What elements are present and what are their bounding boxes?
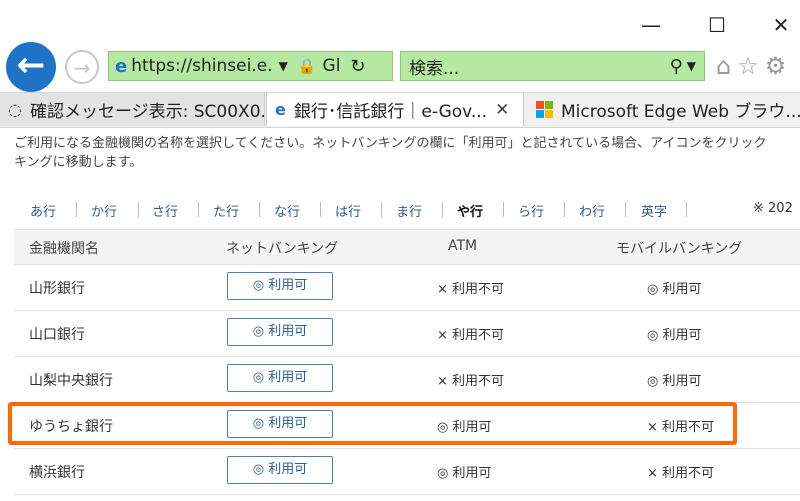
- net-banking-button[interactable]: ◎ 利用可: [227, 272, 333, 300]
- mobile-status: ◎ 利用可: [647, 374, 702, 389]
- net-banking-button[interactable]: ◎ 利用可: [227, 456, 333, 484]
- date-note: ※ 202: [753, 201, 793, 216]
- kana-tab-na[interactable]: な行: [274, 201, 300, 220]
- kana-tab-sa[interactable]: さ行: [152, 201, 178, 220]
- certificate-label[interactable]: Gl: [323, 56, 341, 76]
- chevron-down-icon[interactable]: ▼: [279, 59, 288, 73]
- kana-tab-ya[interactable]: や行: [457, 201, 483, 220]
- table-row: 山梨中央銀行 ◎ 利用可 × 利用不可 ◎ 利用可: [14, 356, 800, 403]
- mobile-status: × 利用不可: [647, 466, 715, 481]
- refresh-icon[interactable]: ↻: [350, 56, 365, 77]
- table-row: 山形銀行 ◎ 利用可 × 利用不可 ◎ 利用可: [14, 264, 800, 311]
- kana-tab-ta[interactable]: た行: [213, 201, 239, 220]
- tab-bar: ◌ 確認メッセージ表示: SC00X0... e 銀行･信託銀行｜e-Gov..…: [0, 92, 800, 128]
- kana-filter: あ行 か行 さ行 た行 な行 は行 ま行 や行 ら行 わ行 英字 ※ 202: [0, 201, 800, 220]
- navigation-bar: ← → e https://shinsei.e. ▼ 🔒 Gl ↻ 検索... …: [0, 40, 800, 92]
- close-window-button[interactable]: ✕: [766, 10, 796, 40]
- search-box[interactable]: 検索... ⚲ ▼: [400, 51, 705, 81]
- bank-name[interactable]: 山梨中央銀行: [29, 370, 113, 390]
- tab-label: Microsoft Edge Web ブラウ...: [561, 102, 800, 122]
- atm-status: × 利用不可: [437, 374, 505, 389]
- tab-egov[interactable]: e 銀行･信託銀行｜e-Gov... ✕: [266, 93, 524, 126]
- table-row: 山口銀行 ◎ 利用可 × 利用不可 ◎ 利用可: [14, 310, 800, 357]
- header-mobile: モバイルバンキング: [616, 241, 743, 257]
- atm-status: × 利用不可: [437, 282, 505, 297]
- back-button[interactable]: ←: [6, 42, 56, 92]
- header-net: ネットバンキング: [226, 241, 339, 257]
- gear-icon[interactable]: ⚙: [765, 52, 793, 80]
- lock-icon[interactable]: 🔒: [298, 57, 317, 75]
- home-icon[interactable]: ⌂: [716, 52, 737, 80]
- net-banking-button[interactable]: ◎ 利用可: [227, 318, 333, 346]
- kana-tab-ka[interactable]: か行: [91, 201, 117, 220]
- intro-text: ご利用になる金融機関の名称を選択してください。ネットバンキングの欄に「利用可」と…: [14, 134, 800, 172]
- tab-confirmation[interactable]: ◌ 確認メッセージ表示: SC00X0...: [0, 93, 265, 126]
- highlight-box: [8, 402, 737, 445]
- kana-tab-ra[interactable]: ら行: [518, 201, 544, 220]
- ie-icon: e: [275, 100, 286, 119]
- favorites-star-icon[interactable]: ☆: [737, 52, 765, 80]
- atm-status: × 利用不可: [437, 328, 505, 343]
- table-header: 金融機関名 ネットバンキング ATM モバイルバンキング: [14, 229, 800, 265]
- table-row: 横浜銀行 ◎ 利用可 ◎ 利用可 × 利用不可: [14, 448, 800, 495]
- kana-tab-alpha[interactable]: 英字: [641, 201, 667, 220]
- kana-tab-ha[interactable]: は行: [335, 201, 361, 220]
- toolbar-icons: ⌂☆⚙: [716, 52, 792, 80]
- tab-label: 確認メッセージ表示: SC00X0...: [29, 102, 265, 122]
- address-bar[interactable]: e https://shinsei.e. ▼ 🔒 Gl ↻: [108, 51, 393, 81]
- header-atm: ATM: [448, 238, 478, 254]
- kana-tab-wa[interactable]: わ行: [579, 201, 605, 220]
- minimize-button[interactable]: —: [636, 10, 666, 40]
- kana-tab-a[interactable]: あ行: [30, 201, 56, 220]
- tab-edge[interactable]: Microsoft Edge Web ブラウ...: [528, 93, 800, 126]
- header-name: 金融機関名: [29, 241, 99, 257]
- microsoft-logo-icon: [536, 101, 553, 118]
- mobile-status: ◎ 利用可: [647, 282, 702, 297]
- maximize-button[interactable]: ☐: [702, 10, 732, 40]
- chevron-down-icon[interactable]: ▼: [687, 59, 696, 73]
- search-icon[interactable]: ⚲: [670, 56, 683, 77]
- bank-name[interactable]: 山形銀行: [29, 278, 85, 298]
- search-input[interactable]: 検索...: [409, 54, 670, 79]
- close-tab-icon[interactable]: ✕: [495, 100, 509, 120]
- intro-line-1: ご利用になる金融機関の名称を選択してください。ネットバンキングの欄に「利用可」と…: [14, 136, 767, 151]
- intro-line-2: キングに移動します。: [14, 155, 143, 170]
- mobile-status: ◎ 利用可: [647, 328, 702, 343]
- bank-name[interactable]: 横浜銀行: [29, 462, 85, 482]
- forward-button[interactable]: →: [65, 50, 99, 84]
- tab-label: 銀行･信託銀行｜e-Gov...: [293, 102, 488, 122]
- net-banking-button[interactable]: ◎ 利用可: [227, 364, 333, 392]
- kana-tab-ma[interactable]: ま行: [396, 201, 422, 220]
- address-url[interactable]: https://shinsei.e.: [131, 56, 272, 76]
- bank-name[interactable]: 山口銀行: [29, 324, 85, 344]
- atm-status: ◎ 利用可: [437, 466, 492, 481]
- loading-icon: ◌: [8, 100, 22, 119]
- ie-icon: e: [115, 55, 128, 77]
